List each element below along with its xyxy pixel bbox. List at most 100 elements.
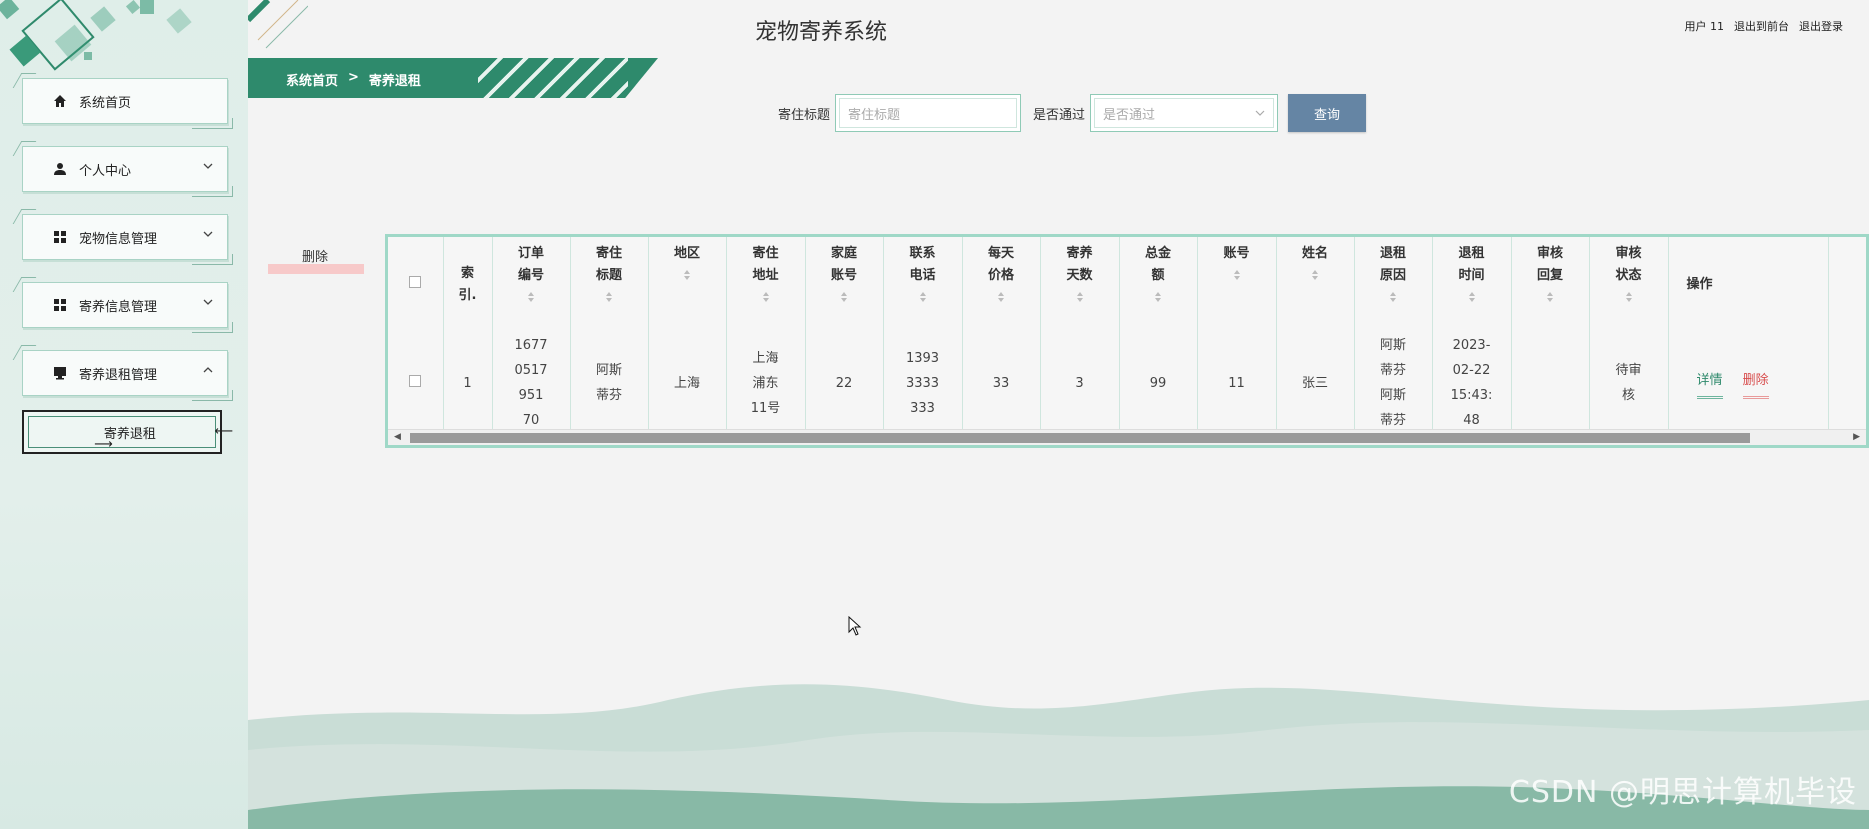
- sort-icon[interactable]: [1625, 291, 1633, 303]
- detail-button[interactable]: 详情: [1696, 368, 1723, 399]
- sort-icon[interactable]: [762, 291, 770, 303]
- monitor-icon: [49, 366, 71, 380]
- row-delete-button[interactable]: 删除: [1742, 368, 1769, 399]
- pass-filter-select[interactable]: 是否通过: [1090, 94, 1279, 132]
- sort-icon[interactable]: [1233, 269, 1241, 281]
- user-icon: [49, 162, 71, 176]
- sort-icon[interactable]: [1154, 291, 1162, 303]
- decoration-square: [140, 0, 154, 14]
- column-header[interactable]: 地区: [648, 237, 727, 333]
- sort-icon[interactable]: [997, 291, 1005, 303]
- sort-icon[interactable]: [1546, 291, 1554, 303]
- column-header[interactable]: 退租时间: [1432, 237, 1512, 333]
- breadcrumb-current: 寄养退租: [368, 74, 421, 89]
- column-header[interactable]: 账号: [1197, 237, 1277, 333]
- cell-phone: 13933333333: [883, 333, 963, 433]
- site-title: 宠物寄养系统: [755, 20, 888, 45]
- cell-reply: [1511, 333, 1590, 433]
- sidebar: 系统首页 个人中心 宠物信息管理 寄养信息管理 寄养退租管理 ⟶ 寄养退租 ⟵: [0, 0, 248, 829]
- select-all-header: [388, 237, 444, 333]
- pass-filter-placeholder: 是否通过: [1094, 98, 1275, 128]
- column-header[interactable]: 总金额: [1119, 237, 1198, 333]
- search-form: 寄住标题 寄住标题 是否通过 是否通过 查询: [778, 94, 1367, 132]
- column-header[interactable]: 每天价格: [962, 237, 1041, 333]
- sidebar-item-label: 系统首页: [79, 95, 132, 111]
- sidebar-item-label: 寄养信息管理: [79, 299, 158, 315]
- column-header[interactable]: 寄住地址: [726, 237, 806, 333]
- column-header[interactable]: 姓名: [1276, 237, 1355, 333]
- cell-name: 张三: [1276, 333, 1355, 433]
- current-user: 用户 11: [1684, 20, 1725, 33]
- sidebar-item-home[interactable]: 系统首页: [22, 78, 233, 129]
- mouse-cursor-icon: [848, 616, 862, 636]
- column-header[interactable]: 寄住标题: [570, 237, 649, 333]
- sidebar-item-boarding-info[interactable]: 寄养信息管理: [22, 282, 233, 333]
- row-checkbox[interactable]: [409, 374, 422, 387]
- sort-icon[interactable]: [1076, 291, 1084, 303]
- scroll-left-icon[interactable]: ◀: [394, 432, 401, 442]
- sidebar-subitem-label: 寄养退租: [103, 426, 156, 442]
- top-links: 用户 11 退出到前台 退出登录: [1685, 18, 1844, 34]
- column-header[interactable]: 联系电话: [883, 237, 963, 333]
- chevron-down-icon: [203, 163, 213, 169]
- sidebar-subitem-boarding-refund[interactable]: ⟶ 寄养退租 ⟵: [22, 410, 233, 454]
- column-header[interactable]: 退租原因: [1354, 237, 1433, 333]
- scroll-right-icon[interactable]: ▶: [1853, 432, 1860, 442]
- column-header: 操作: [1668, 237, 1829, 333]
- decoration-square: [166, 8, 192, 34]
- query-button[interactable]: 查询: [1288, 94, 1367, 132]
- cell-address: 上海浦东11号: [726, 333, 806, 433]
- logout-link[interactable]: 退出登录: [1799, 18, 1843, 34]
- back-to-frontend-link[interactable]: 退出到前台: [1734, 18, 1789, 34]
- sort-icon[interactable]: [683, 269, 691, 281]
- cell-days: 3: [1040, 333, 1120, 433]
- cell-actions: 详情 删除: [1668, 333, 1829, 433]
- cell-title: 阿斯蒂芬: [570, 333, 649, 433]
- cell-status: 待审核: [1589, 333, 1669, 433]
- breadcrumb-separator: >: [348, 70, 359, 85]
- column-header[interactable]: 家庭账号: [805, 237, 884, 333]
- table-header-row: 索引. 订单编号 寄住标题 地区 寄住地址 家庭账号 联系电话 每天价格 寄养天…: [388, 237, 1829, 333]
- bulk-delete-label: 删除: [302, 250, 329, 265]
- title-search-label: 寄住标题: [778, 107, 831, 123]
- breadcrumb: 系统首页 > 寄养退租: [248, 58, 658, 98]
- sort-icon[interactable]: [1468, 291, 1476, 303]
- sort-icon[interactable]: [1389, 291, 1397, 303]
- decoration-square: [0, 0, 20, 20]
- breadcrumb-text: 系统首页 > 寄养退租: [286, 70, 421, 89]
- cell-total: 99: [1119, 333, 1198, 433]
- chevron-up-icon: [203, 367, 213, 373]
- chevron-down-icon: [1255, 110, 1265, 116]
- breadcrumb-home[interactable]: 系统首页: [286, 70, 338, 89]
- cell-index: 1: [443, 333, 493, 433]
- bulk-delete-button[interactable]: 删除: [268, 246, 364, 276]
- grid-icon: [49, 298, 71, 312]
- title-search-input[interactable]: 寄住标题: [835, 94, 1022, 132]
- column-header[interactable]: 审核回复: [1511, 237, 1590, 333]
- column-header[interactable]: 订单编号: [492, 237, 571, 333]
- sort-icon[interactable]: [1311, 269, 1319, 281]
- refund-table: 索引. 订单编号 寄住标题 地区 寄住地址 家庭账号 联系电话 每天价格 寄养天…: [388, 237, 1829, 433]
- sort-icon[interactable]: [527, 291, 535, 303]
- column-header[interactable]: 审核状态: [1589, 237, 1669, 333]
- cell-family-account: 22: [805, 333, 884, 433]
- sort-icon[interactable]: [605, 291, 613, 303]
- select-all-checkbox[interactable]: [409, 276, 422, 288]
- horizontal-scrollbar[interactable]: ◀ ▶: [388, 429, 1866, 445]
- column-header[interactable]: 寄养天数: [1040, 237, 1120, 333]
- scrollbar-thumb[interactable]: [410, 433, 1750, 443]
- corner-decoration: [248, 0, 308, 49]
- data-table: 索引. 订单编号 寄住标题 地区 寄住地址 家庭账号 联系电话 每天价格 寄养天…: [385, 234, 1869, 448]
- decoration-square: [125, 0, 141, 15]
- sidebar-item-personal-center[interactable]: 个人中心: [22, 146, 233, 197]
- sort-icon[interactable]: [840, 291, 848, 303]
- table-row[interactable]: 1 16770517951 70 阿斯蒂芬 上海 上海浦东11号 22 1393…: [388, 333, 1829, 433]
- sidebar-item-pet-info[interactable]: 宠物信息管理: [22, 214, 233, 265]
- sidebar-item-boarding-refund[interactable]: 寄养退租管理: [22, 350, 233, 401]
- decoration-square: [84, 52, 92, 60]
- cell-order-no: 16770517951 70: [492, 333, 571, 433]
- sort-icon[interactable]: [919, 291, 927, 303]
- decoration-square: [90, 6, 116, 32]
- watermark: CSDN @明思计算机毕设: [1508, 775, 1857, 810]
- column-header: 索引.: [443, 237, 493, 333]
